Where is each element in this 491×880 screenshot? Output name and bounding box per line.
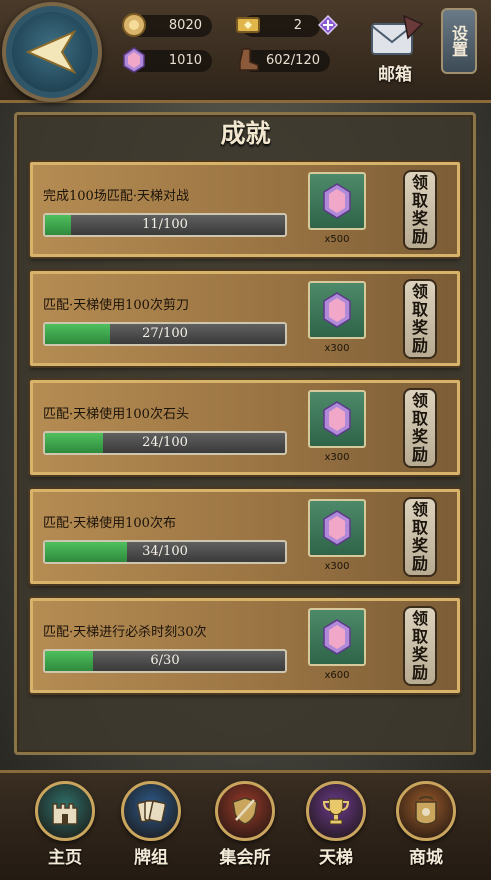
claim-label: 领取奖励 bbox=[411, 173, 428, 246]
reward-slot bbox=[308, 281, 366, 339]
castle-icon bbox=[52, 803, 78, 825]
progress-bar: 24/100 bbox=[43, 431, 287, 455]
achievement-title: 完成100场匹配·天梯对战 bbox=[43, 189, 189, 204]
achievement-card: 匹配·天梯使用100次剪刀 27/100 x300 领取奖励 bbox=[30, 271, 460, 366]
reward-slot bbox=[308, 499, 366, 557]
progress-bar: 34/100 bbox=[43, 540, 287, 564]
coin-value: 8020 bbox=[168, 18, 202, 33]
claim-label: 领取奖励 bbox=[411, 391, 428, 464]
nav-icon-ring bbox=[396, 781, 456, 841]
ticket-counter: 2 bbox=[236, 15, 320, 37]
settings-button[interactable]: 设置 bbox=[441, 8, 477, 74]
mail-label: 邮箱 bbox=[378, 65, 412, 85]
nav-label: 主页 bbox=[48, 848, 82, 868]
nav-item-home[interactable]: 主页 bbox=[28, 781, 102, 877]
gem-icon bbox=[323, 183, 351, 219]
cards-icon bbox=[136, 800, 166, 823]
ticket-value: 2 bbox=[293, 18, 302, 33]
achievement-title: 匹配·天梯进行必杀时刻30次 bbox=[43, 625, 207, 640]
arrow-left-icon bbox=[25, 29, 77, 75]
gem-icon bbox=[323, 401, 351, 437]
top-bar: 8020 2 1010 602/120 邮箱 设置 bbox=[0, 0, 491, 103]
reward-count: x300 bbox=[324, 561, 350, 572]
back-button[interactable] bbox=[2, 2, 102, 102]
achievement-card: 完成100场匹配·天梯对战 11/100 x500 领取奖励 bbox=[30, 162, 460, 257]
bottom-nav: 主页 牌组 集会所 天梯 商城 bbox=[0, 770, 491, 880]
progress-bar: 11/100 bbox=[43, 213, 287, 237]
mail-icon bbox=[371, 14, 424, 55]
nav-item-guild[interactable]: 集会所 bbox=[208, 781, 282, 877]
progress-text: 6/30 bbox=[150, 653, 180, 668]
stamina-value: 602/120 bbox=[265, 53, 320, 68]
achievement-title: 匹配·天梯使用100次布 bbox=[43, 516, 176, 531]
nav-item-shop[interactable]: 商城 bbox=[389, 781, 463, 877]
reward-slot bbox=[308, 172, 366, 230]
nav-icon-ring bbox=[35, 781, 95, 841]
claim-label: 领取奖励 bbox=[411, 500, 428, 573]
gem-counter: 1010 bbox=[123, 47, 212, 73]
mail-button[interactable]: 邮箱 bbox=[362, 10, 428, 85]
claim-reward-button[interactable]: 领取奖励 bbox=[403, 170, 437, 250]
claim-reward-button[interactable]: 领取奖励 bbox=[403, 388, 437, 468]
reward-slot bbox=[308, 390, 366, 448]
gem-icon bbox=[323, 510, 351, 546]
claim-reward-button[interactable]: 领取奖励 bbox=[403, 497, 437, 577]
nav-label: 商城 bbox=[409, 848, 443, 868]
nav-label: 牌组 bbox=[134, 848, 168, 868]
page-title: 成就 bbox=[220, 119, 271, 148]
achievement-card: 匹配·天梯使用100次布 34/100 x300 领取奖励 bbox=[30, 489, 460, 584]
progress-text: 34/100 bbox=[142, 544, 188, 559]
reward-count: x300 bbox=[324, 343, 350, 354]
progress-text: 11/100 bbox=[142, 217, 188, 232]
nav-item-deck[interactable]: 牌组 bbox=[114, 781, 188, 877]
progress-bar: 6/30 bbox=[43, 649, 287, 673]
gem-value: 1010 bbox=[168, 53, 202, 68]
reward-slot bbox=[308, 608, 366, 666]
claim-label: 领取奖励 bbox=[411, 282, 428, 355]
achievement-title: 匹配·天梯使用100次石头 bbox=[43, 407, 189, 422]
shop-icon bbox=[415, 796, 437, 825]
nav-label: 天梯 bbox=[319, 848, 353, 868]
reward-count: x300 bbox=[324, 452, 350, 463]
boot-icon bbox=[239, 48, 259, 71]
shield-icon bbox=[232, 797, 258, 825]
progress-text: 27/100 bbox=[142, 326, 188, 341]
progress-bar: 27/100 bbox=[43, 322, 287, 346]
achievement-card: 匹配·天梯进行必杀时刻30次 6/30 x600 领取奖励 bbox=[30, 598, 460, 693]
claim-reward-button[interactable]: 领取奖励 bbox=[403, 279, 437, 359]
gem-icon bbox=[123, 47, 145, 73]
ticket-icon bbox=[236, 17, 260, 33]
nav-icon-ring bbox=[121, 781, 181, 841]
nav-item-ladder[interactable]: 天梯 bbox=[299, 781, 373, 877]
claim-reward-button[interactable]: 领取奖励 bbox=[403, 606, 437, 686]
nav-label: 集会所 bbox=[219, 848, 271, 868]
progress-text: 24/100 bbox=[142, 435, 188, 450]
nav-icon-ring bbox=[215, 781, 275, 841]
reward-count: x500 bbox=[324, 234, 350, 245]
nav-icon-ring bbox=[306, 781, 366, 841]
claim-label: 领取奖励 bbox=[411, 609, 428, 682]
coin-icon bbox=[122, 13, 146, 37]
achievement-card: 匹配·天梯使用100次石头 24/100 x300 领取奖励 bbox=[30, 380, 460, 475]
coin-counter: 8020 bbox=[122, 13, 212, 37]
gem-icon bbox=[323, 292, 351, 328]
add-ticket-button[interactable] bbox=[318, 15, 338, 35]
gem-icon bbox=[323, 619, 351, 655]
reward-count: x600 bbox=[324, 670, 350, 681]
stamina-counter: 602/120 bbox=[239, 48, 330, 72]
trophy-icon bbox=[322, 798, 350, 825]
achievement-title: 匹配·天梯使用100次剪刀 bbox=[43, 298, 189, 313]
